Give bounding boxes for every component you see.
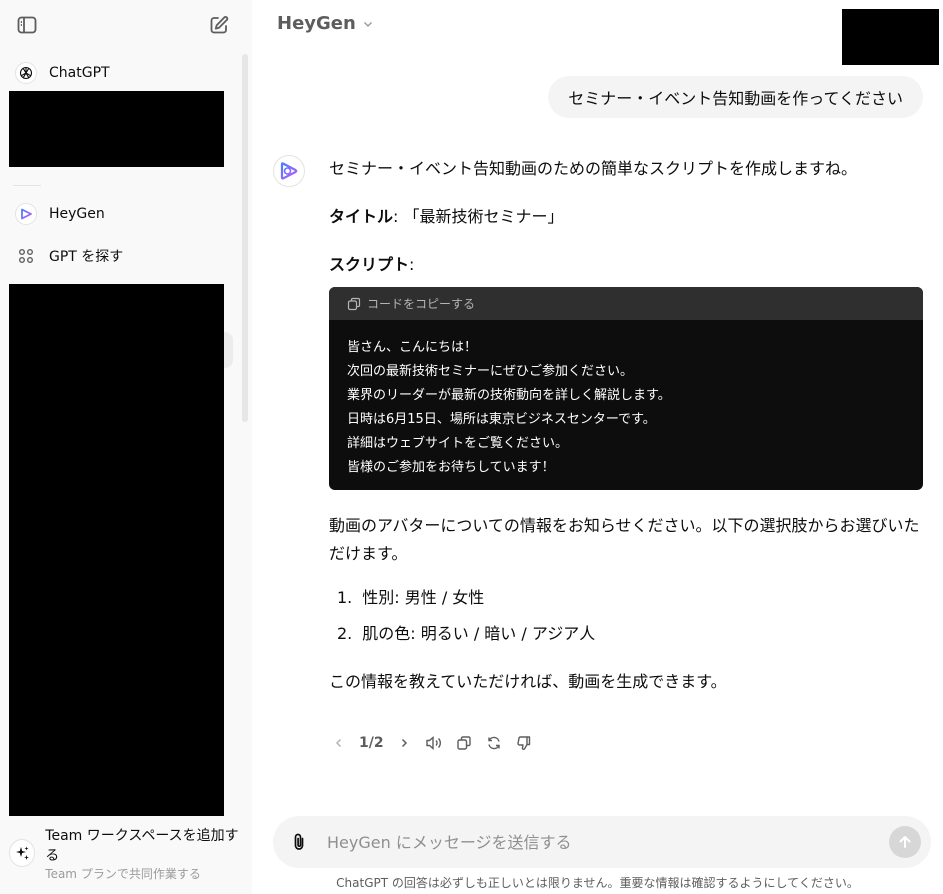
script-colon: :	[409, 255, 415, 274]
code-line: 皆さん、こんにちは！	[347, 340, 478, 355]
sidebar: ChatGPT HeyGen GPT を探す Team ワークスペースを追加する…	[0, 0, 252, 894]
list-number: 2.	[337, 624, 353, 643]
code-line: 業界のリーダーが最新の技術動向を詳しく解説します。	[347, 388, 671, 403]
model-selector[interactable]: HeyGen	[277, 13, 374, 34]
sparkle-icon	[9, 839, 36, 867]
copy-icon	[347, 297, 361, 310]
toggle-sidebar-button[interactable]	[9, 7, 45, 43]
chevron-left-icon	[335, 738, 342, 748]
new-chat-button[interactable]	[201, 7, 237, 43]
code-line: 日時は6月15日、場所は東京ビジネスセンターです。	[347, 412, 656, 427]
copy-icon	[456, 736, 471, 750]
chevron-right-icon	[401, 738, 407, 748]
redacted-history	[9, 284, 224, 816]
script-line: スクリプト:	[329, 251, 923, 279]
list-item: 1. 性別: 男性 / 女性	[329, 584, 923, 612]
message-input[interactable]	[327, 828, 867, 856]
copy-code-button[interactable]: コードをコピーする	[329, 287, 923, 320]
list-text: 肌の色: 明るい / 暗い / アジア人	[362, 624, 596, 643]
sidebar-item-label: GPT を探す	[49, 249, 124, 265]
thumbs-down-icon	[516, 736, 530, 750]
composer	[273, 816, 931, 868]
title-label: タイトル	[329, 207, 394, 226]
previous-response-button[interactable]	[329, 732, 349, 754]
divider	[13, 185, 41, 186]
title-value: : 「最新技術セミナー」	[393, 207, 564, 226]
list-item: 2. 肌の色: 明るい / 暗い / アジア人	[329, 620, 923, 648]
sidebar-item-chatgpt[interactable]: ChatGPT	[9, 55, 233, 91]
heygen-logo-icon	[280, 162, 298, 180]
sidebar-scrollbar[interactable]	[242, 54, 248, 422]
arrow-up-icon	[899, 836, 911, 848]
grid-icon	[15, 245, 37, 267]
sidebar-item-label: ChatGPT	[49, 65, 110, 81]
list-text: 性別: 男性 / 女性	[362, 588, 485, 607]
next-response-button[interactable]	[394, 732, 414, 754]
sidebar-item-heygen[interactable]: HeyGen	[9, 196, 233, 232]
redacted-profile	[842, 9, 939, 65]
code-line: 詳細はウェブサイトをご覧ください。	[347, 436, 569, 451]
thumbs-down-button[interactable]	[514, 732, 534, 754]
chat-main: HeyGen セミナー・イベント告知動画を作ってください セミナー・イベント告知…	[252, 0, 943, 894]
heygen-logo-icon	[15, 203, 37, 225]
speaker-icon	[425, 735, 441, 751]
code-content: 皆さん、こんにちは！ 次回の最新技術セミナーにぜひご参加ください。 業界のリーダ…	[329, 320, 923, 490]
copy-response-button[interactable]	[454, 732, 474, 754]
list-number: 1.	[337, 588, 353, 607]
attach-button[interactable]	[285, 828, 313, 856]
user-message-text: セミナー・イベント告知動画を作ってください	[568, 89, 903, 108]
team-subtitle: Team プランで共同作業する	[45, 867, 201, 881]
code-line: 次回の最新技術セミナーにぜひご参加ください。	[347, 364, 634, 379]
assistant-intro: セミナー・イベント告知動画のための簡単なスクリプトを作成しますね。	[329, 159, 858, 178]
disclaimer: ChatGPT の回答は必ずしも正しいとは限りません。重要な情報は確認するように…	[336, 876, 859, 890]
copy-code-label: コードをコピーする	[367, 296, 476, 311]
paperclip-icon	[294, 833, 304, 850]
title-line: タイトル: 「最新技術セミナー」	[329, 203, 923, 231]
closing-text: この情報を教えていただければ、動画を生成できます。	[329, 672, 727, 691]
code-line: 皆様のご参加をお待ちしています！	[347, 460, 555, 475]
script-label: スクリプト	[329, 255, 410, 274]
add-team-workspace-button[interactable]: Team ワークスペースを追加する Team プランで共同作業する	[9, 820, 239, 886]
redacted-block	[9, 91, 224, 167]
response-pager: 1/2	[359, 735, 384, 751]
sidebar-item-explore-gpts[interactable]: GPT を探す	[9, 238, 233, 274]
regenerate-button[interactable]	[484, 732, 504, 754]
assistant-message: セミナー・イベント告知動画のための簡単なスクリプトを作成しますね。 タイトル: …	[329, 155, 923, 716]
send-button[interactable]	[889, 826, 921, 858]
message-actions: 1/2	[329, 732, 534, 754]
read-aloud-button[interactable]	[424, 732, 444, 754]
sidebar-header	[0, 0, 252, 50]
chevron-down-icon	[363, 21, 372, 27]
code-block: コードをコピーする 皆さん、こんにちは！ 次回の最新技術セミナーにぜひご参加くだ…	[329, 287, 923, 490]
sidebar-toggle-icon	[17, 16, 37, 34]
assistant-avatar	[273, 155, 305, 187]
avatar-prompt: 動画のアバターについての情報をお知らせください。以下の選択肢からお選びいただけま…	[329, 516, 920, 563]
sidebar-item-label: HeyGen	[49, 206, 105, 222]
team-text: Team ワークスペースを追加する Team プランで共同作業する	[45, 820, 239, 886]
edit-icon	[210, 16, 229, 34]
team-title: Team ワークスペースを追加する	[45, 828, 239, 864]
user-message: セミナー・イベント告知動画を作ってください	[548, 76, 923, 118]
refresh-icon	[487, 736, 500, 750]
model-name: HeyGen	[277, 13, 356, 34]
openai-logo-icon	[15, 62, 37, 84]
